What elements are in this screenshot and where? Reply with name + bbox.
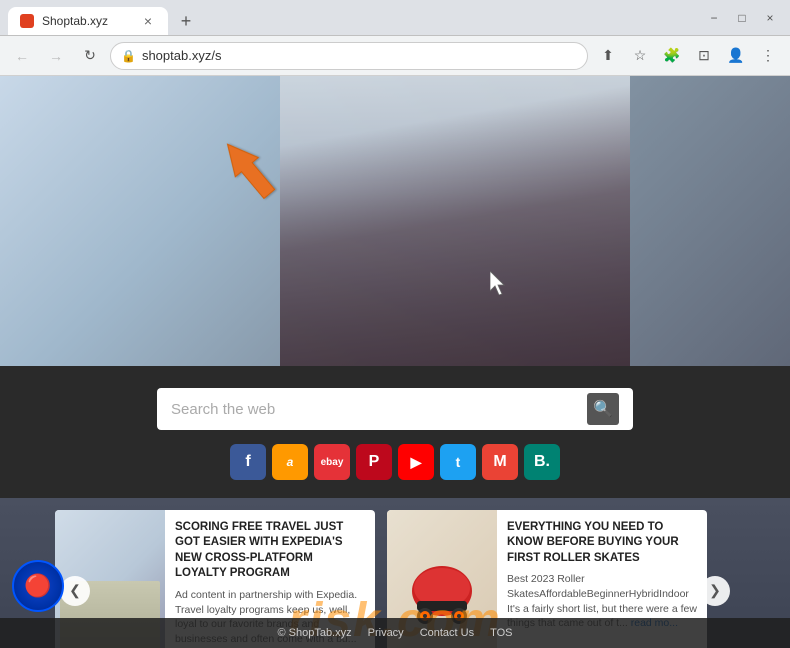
menu-button[interactable]: ⋮ [754, 42, 782, 70]
profile-button[interactable]: 👤 [722, 42, 750, 70]
close-button[interactable]: × [758, 6, 782, 30]
back-button[interactable]: ← [8, 42, 36, 70]
active-tab[interactable]: Shoptab.xyz × [8, 7, 168, 35]
arrow-svg [210, 131, 290, 211]
search-bar[interactable]: Search the web 🔍 [157, 388, 633, 430]
shortcut-amazon[interactable]: a [272, 444, 308, 480]
minimize-button[interactable]: − [702, 6, 726, 30]
hero-background [280, 76, 630, 366]
shortcut-twitter[interactable]: t [440, 444, 476, 480]
hero-section [0, 76, 790, 366]
virus-icon: 🔴 [24, 573, 51, 599]
search-button[interactable]: 🔍 [587, 393, 619, 425]
shortcut-icons-row: f a ebay P ▶ t M B. [230, 444, 560, 480]
footer-contact[interactable]: Contact Us [420, 627, 474, 639]
carousel-next-button[interactable]: ❯ [700, 576, 730, 606]
shortcut-pinterest[interactable]: P [356, 444, 392, 480]
maximize-button[interactable]: □ [730, 6, 754, 30]
window-controls: − □ × [702, 6, 782, 30]
tab-bar: Shoptab.xyz × + [8, 0, 200, 35]
footer-tos[interactable]: TOS [490, 627, 512, 639]
page-footer: © ShopTab.xyz Privacy Contact Us TOS [0, 618, 790, 648]
tab-title: Shoptab.xyz [42, 14, 108, 28]
page-content: Search the web 🔍 f a ebay P ▶ t M B. ❮ S… [0, 76, 790, 648]
refresh-button[interactable]: ↻ [76, 42, 104, 70]
address-bar[interactable]: 🔒 shoptab.xyz/s [110, 42, 588, 70]
browser-titlebar: Shoptab.xyz × + − □ × [0, 0, 790, 36]
tab-close-button[interactable]: × [140, 13, 156, 29]
forward-button[interactable]: → [42, 42, 70, 70]
search-section: Search the web 🔍 f a ebay P ▶ t M B. [0, 366, 790, 498]
browser-toolbar: ← → ↻ 🔒 shoptab.xyz/s ⬆ ☆ 🧩 ⊡ 👤 ⋮ [0, 36, 790, 76]
search-placeholder: Search the web [171, 401, 579, 418]
virus-badge[interactable]: 🔴 [12, 560, 64, 612]
sidebar-button[interactable]: ⊡ [690, 42, 718, 70]
card-2-title: EVERYTHING YOU NEED TO KNOW BEFORE BUYIN… [507, 520, 697, 567]
shortcut-gmail[interactable]: M [482, 444, 518, 480]
shortcut-youtube[interactable]: ▶ [398, 444, 434, 480]
lock-icon: 🔒 [121, 49, 136, 63]
footer-privacy[interactable]: Privacy [368, 627, 404, 639]
card-1-title: SCORING FREE TRAVEL JUST GOT EASIER WITH… [175, 520, 365, 582]
footer-copyright: © ShopTab.xyz [277, 627, 351, 639]
hero-person [280, 76, 630, 366]
address-text: shoptab.xyz/s [142, 48, 577, 63]
shortcut-bing[interactable]: B. [524, 444, 560, 480]
share-button[interactable]: ⬆ [594, 42, 622, 70]
new-tab-button[interactable]: + [172, 7, 200, 35]
carousel-prev-button[interactable]: ❮ [60, 576, 90, 606]
shortcut-facebook[interactable]: f [230, 444, 266, 480]
extensions-button[interactable]: 🧩 [658, 42, 686, 70]
bookmark-button[interactable]: ☆ [626, 42, 654, 70]
toolbar-actions: ⬆ ☆ 🧩 ⊡ 👤 ⋮ [594, 42, 782, 70]
shortcut-ebay[interactable]: ebay [314, 444, 350, 480]
tab-favicon-icon [20, 14, 34, 28]
